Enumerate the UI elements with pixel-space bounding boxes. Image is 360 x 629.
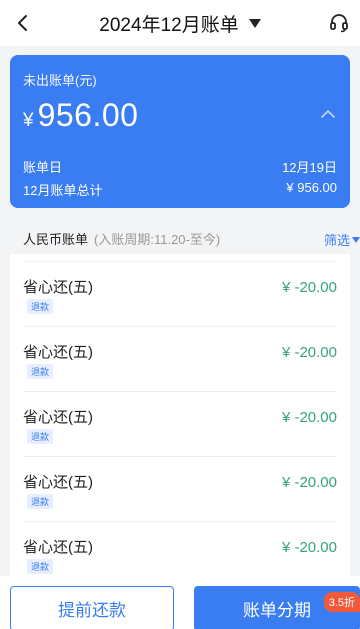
- transaction-name: 省心还(五): [23, 539, 93, 556]
- filter-label: 筛选: [323, 233, 350, 248]
- chevron-left-icon: [18, 15, 27, 31]
- installment-button[interactable]: 账单分期 3.5折: [194, 586, 360, 629]
- amount-value: 956.00: [37, 97, 139, 133]
- back-button[interactable]: [8, 8, 38, 38]
- rmb-bill-header: 人民币账单 (入账周期:11.20-至今) 筛选: [10, 222, 360, 254]
- transaction-name: 省心还(五): [23, 344, 93, 361]
- bill-day-label: 账单日: [23, 160, 63, 175]
- refund-tag: 退款: [27, 299, 54, 314]
- transaction-name: 省心还(五): [23, 409, 93, 426]
- top-nav: 2024年12月账单: [0, 0, 360, 46]
- caret-down-icon: [248, 19, 261, 28]
- transaction-list[interactable]: 省心还(五) 退款 ¥ -20.00 省心还(五) 退款 ¥ -20.00 省心还(五) 退款…: [10, 254, 350, 576]
- transaction-row[interactable]: 省心还(五)退款¥ -20.00: [23, 254, 337, 262]
- bill-day-row: 账单日 12月19日: [23, 157, 337, 176]
- transaction-amount: ¥ -20.00: [281, 539, 337, 556]
- discount-badge: 3.5折: [323, 592, 360, 612]
- filter-caret-icon: [352, 236, 360, 243]
- transaction-name: 省心还(五): [23, 474, 93, 491]
- unbilled-label: 未出账单(元): [23, 73, 97, 88]
- bill-total-row: 12月账单总计 ¥ 956.00: [23, 180, 337, 199]
- billing-period: (入账周期:11.20-至今): [94, 231, 221, 247]
- chevron-up-icon: [321, 109, 335, 118]
- transaction-amount: ¥ -20.00: [281, 279, 337, 296]
- bill-total-label: 12月账单总计: [23, 183, 103, 198]
- customer-service-button[interactable]: [324, 8, 354, 38]
- transaction-name: 省心还(五): [23, 279, 93, 296]
- page-title: 2024年12月账单: [99, 14, 239, 36]
- filter-button[interactable]: 筛选: [324, 230, 360, 249]
- transaction-row[interactable]: 省心还(五) 退款 ¥ -20.00: [23, 457, 337, 522]
- installment-label: 账单分期: [243, 601, 311, 620]
- unbilled-amount: ¥ 956.00: [23, 97, 138, 134]
- collapse-button[interactable]: [320, 107, 336, 119]
- transaction-row[interactable]: 省心还(五) 退款 ¥ -20.00: [23, 327, 337, 392]
- unbilled-summary-card: 未出账单(元) ¥ 956.00 账单日 12月19日 12月账单总计 ¥ 95…: [10, 55, 350, 208]
- currency-symbol: ¥: [23, 110, 34, 131]
- bill-day-value: 12月19日: [282, 160, 337, 175]
- refund-tag: 退款: [27, 364, 54, 379]
- bottom-action-bar: 提前还款 账单分期 3.5折: [0, 576, 360, 629]
- transaction-amount: ¥ -20.00: [281, 409, 337, 426]
- prepay-button[interactable]: 提前还款: [10, 586, 174, 629]
- transaction-amount: ¥ -20.00: [281, 344, 337, 361]
- transaction-row[interactable]: 省心还(五) 退款 ¥ -20.00: [23, 392, 337, 457]
- section-title: 人民币账单: [23, 231, 89, 247]
- transaction-row[interactable]: 省心还(五) 退款 ¥ -20.00: [23, 262, 337, 327]
- transaction-row[interactable]: 省心还(五) 退款 ¥ -20.00: [23, 522, 337, 576]
- transaction-amount: ¥ -20.00: [281, 474, 337, 491]
- month-selector[interactable]: 2024年12月账单: [99, 10, 261, 37]
- bill-total-value: ¥ 956.00: [286, 180, 337, 195]
- refund-tag: 退款: [27, 494, 54, 509]
- refund-tag: 退款: [27, 429, 54, 444]
- headset-icon: [330, 14, 348, 33]
- refund-tag: 退款: [27, 559, 54, 574]
